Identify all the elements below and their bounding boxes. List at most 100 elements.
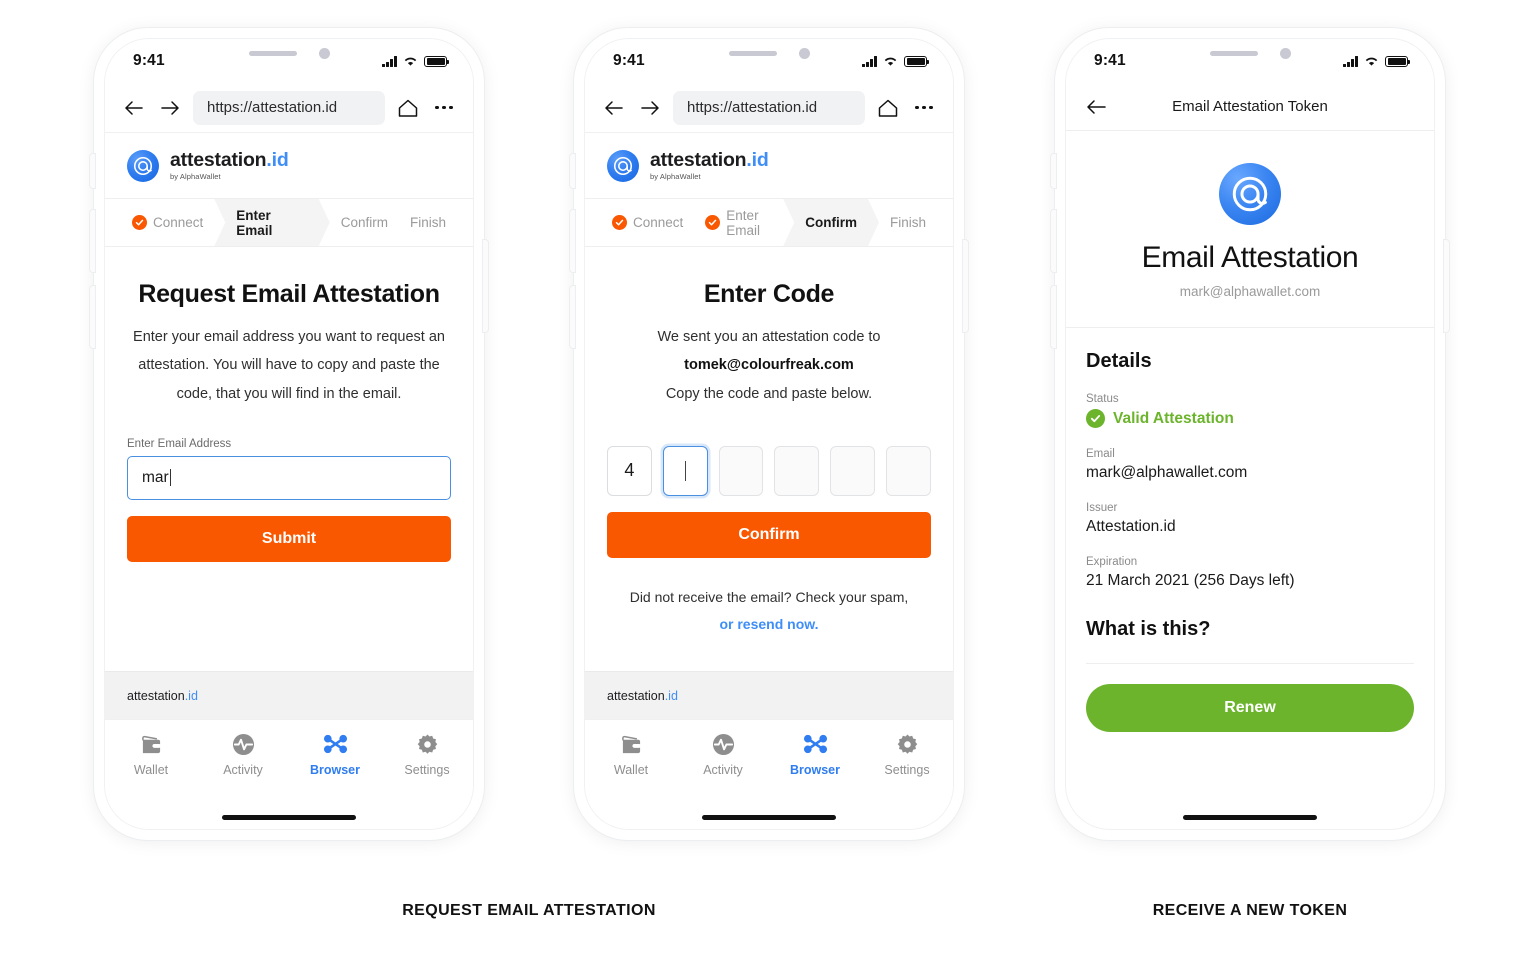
phone-notch	[687, 39, 851, 67]
wallet-icon	[140, 732, 163, 756]
status-bar: 9:41	[105, 39, 473, 83]
app-navigation-bar: Email Attestation Token	[1066, 83, 1434, 131]
step-label: Confirm	[340, 215, 388, 230]
code-digit-5[interactable]	[830, 445, 876, 496]
progress-stepper: Connect Enter Email Confirm Finish	[105, 199, 473, 247]
page-title: Enter Code	[703, 280, 835, 308]
earpiece-speaker-icon	[248, 50, 297, 56]
forward-button[interactable]	[637, 95, 663, 121]
status-bar-icons	[862, 55, 930, 67]
tab-wallet[interactable]: Wallet	[105, 732, 197, 829]
step-label: Enter Email	[726, 207, 761, 238]
step-enter-email[interactable]: Enter Email	[214, 199, 329, 246]
url-input[interactable]: https://attestation.id	[193, 90, 385, 125]
step-finish[interactable]: Finish	[879, 199, 937, 246]
tab-settings[interactable]: Settings	[861, 732, 953, 829]
phone-notch	[207, 39, 371, 67]
battery-icon	[424, 55, 450, 67]
progress-stepper: Connect Enter Email Confirm Finish	[585, 199, 953, 247]
logo-name: attestation	[650, 148, 747, 171]
check-circle-icon	[132, 215, 147, 230]
back-button[interactable]	[1084, 94, 1110, 120]
confirm-button[interactable]: Confirm	[607, 511, 931, 558]
site-footer: attestation .id	[585, 671, 953, 719]
details-section: Details Status Valid Attestation Email m…	[1066, 328, 1434, 664]
step-label: Enter Email	[236, 207, 273, 238]
page-description: Enter your email address you want to req…	[133, 329, 445, 402]
code-digit-6[interactable]	[886, 445, 931, 496]
resend-link[interactable]: or resend now.	[719, 616, 818, 632]
phone-mockup-3: 9:41 Email Attestation Token Email Attes…	[1051, 28, 1449, 840]
tab-label: Browser	[789, 763, 841, 777]
code-digit-2[interactable]	[662, 445, 708, 496]
site-header: attestation.id by AlphaWallet	[585, 133, 953, 199]
phone-power-button	[963, 240, 968, 332]
page-title: Email Attestation Token	[1172, 98, 1328, 115]
step-label: Finish	[889, 215, 926, 230]
resend-help-text: Did not receive the email? Check your sp…	[607, 584, 931, 639]
back-button[interactable]	[121, 95, 147, 121]
code-digit-4[interactable]	[774, 445, 820, 496]
status-bar-icons	[382, 55, 450, 67]
browser-toolbar: https://attestation.id	[105, 83, 473, 133]
phone-screen-2: 9:41 https://attestation.id attestation.…	[585, 39, 953, 829]
footer-logo-name: attestation	[127, 688, 185, 703]
tab-label: Wallet	[613, 763, 649, 777]
submit-button[interactable]: Submit	[127, 515, 451, 562]
code-input-group: 4	[607, 445, 931, 496]
forward-button[interactable]	[157, 95, 183, 121]
wallet-icon	[620, 732, 643, 756]
detail-label: Email	[1086, 448, 1115, 460]
code-digit-3[interactable]	[718, 445, 764, 496]
what-is-this-heading[interactable]: What is this?	[1086, 618, 1414, 641]
page-title: Request Email Attestation	[138, 280, 440, 308]
code-digit-1[interactable]: 4	[607, 445, 652, 496]
step-label: Confirm	[805, 215, 857, 230]
phone-volume-down-button	[90, 286, 95, 348]
home-icon[interactable]	[875, 95, 901, 121]
front-camera-icon	[318, 47, 330, 59]
step-finish[interactable]: Finish	[399, 199, 457, 246]
status-bar-clock: 9:41	[133, 52, 165, 69]
at-sign-logo-icon	[607, 149, 639, 182]
at-sign-logo-icon	[1219, 163, 1281, 225]
more-dots-icon[interactable]	[911, 95, 937, 121]
detail-label: Expiration	[1086, 556, 1138, 568]
step-label: Finish	[409, 215, 446, 230]
logo-subtitle: by AlphaWallet	[170, 172, 221, 181]
activity-pulse-icon	[232, 732, 255, 756]
step-confirm[interactable]: Confirm	[783, 199, 879, 246]
phone-screen-3: 9:41 Email Attestation Token Email Attes…	[1066, 39, 1434, 829]
email-input[interactable]: mar	[127, 455, 451, 500]
phone-silent-switch	[570, 154, 575, 188]
bottom-tab-bar: Wallet Activity Browser Settings	[585, 719, 953, 829]
step-confirm[interactable]: Confirm	[330, 199, 399, 246]
tab-settings[interactable]: Settings	[381, 732, 473, 829]
logo-tld: .id	[266, 148, 289, 171]
renew-button[interactable]: Renew	[1086, 684, 1414, 732]
url-input[interactable]: https://attestation.id	[673, 90, 865, 125]
text-caret	[169, 469, 171, 487]
token-email: mark@alphawallet.com	[1179, 284, 1321, 299]
browser-toolbar: https://attestation.id	[585, 83, 953, 133]
logo-subtitle: by AlphaWallet	[650, 172, 701, 181]
phone-volume-up-button	[90, 210, 95, 272]
home-icon[interactable]	[395, 95, 421, 121]
more-dots-icon[interactable]	[431, 95, 457, 121]
phone-notch	[1168, 39, 1332, 67]
logo-tld: .id	[746, 148, 769, 171]
detail-label: Status	[1086, 393, 1119, 405]
site-logo-text: attestation.id by AlphaWallet	[650, 148, 769, 181]
tab-wallet[interactable]: Wallet	[585, 732, 677, 829]
cellular-signal-icon	[382, 56, 397, 67]
phone-volume-up-button	[1051, 210, 1056, 272]
status-bar: 9:41	[585, 39, 953, 83]
detail-value: mark@alphawallet.com	[1086, 464, 1248, 481]
site-header: attestation.id by AlphaWallet	[105, 133, 473, 199]
step-connect[interactable]: Connect	[601, 199, 694, 246]
check-circle-icon	[705, 215, 721, 230]
front-camera-icon	[798, 47, 810, 59]
step-connect[interactable]: Connect	[121, 199, 214, 246]
back-button[interactable]	[601, 95, 627, 121]
step-enter-email[interactable]: Enter Email	[694, 199, 783, 246]
